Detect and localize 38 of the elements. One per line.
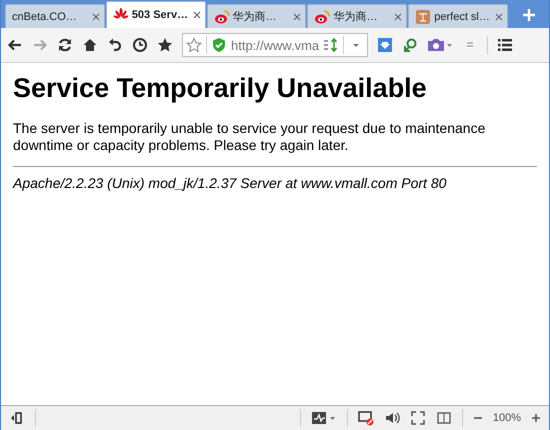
pulse-icon[interactable] [310, 410, 337, 426]
undo-icon[interactable] [107, 37, 123, 53]
close-icon[interactable] [293, 12, 302, 20]
back-icon[interactable] [7, 37, 23, 53]
browser-tab[interactable]: 华为商… [307, 4, 408, 28]
close-icon[interactable] [495, 12, 504, 20]
close-icon[interactable] [394, 12, 402, 20]
page-heading: Service Temporarily Unavailable [13, 73, 428, 104]
eye-logo-icon [314, 8, 330, 24]
zoom-level: 100% [492, 412, 521, 424]
browser-tab[interactable]: perfect sl… [408, 4, 508, 28]
browser-tab[interactable]: cnBeta.CO… [5, 4, 105, 28]
new-tab-icon[interactable] [521, 7, 538, 23]
close-icon[interactable] [192, 11, 201, 19]
close-icon[interactable] [92, 12, 100, 20]
star-icon[interactable] [157, 37, 173, 53]
menu-icon[interactable] [497, 37, 513, 53]
camera-icon[interactable] [427, 37, 453, 53]
address-bar[interactable]: http://www.vma [182, 33, 368, 57]
browser-tab[interactable]: 503 Serv… [106, 1, 206, 28]
page-icon[interactable] [436, 410, 452, 426]
sidebar-toggle-icon[interactable] [9, 410, 25, 426]
server-signature: Apache/2.2.23 (Unix) mod_jk/1.2.37 Server at www.vmall.com Port 80 [13, 175, 448, 191]
error-message: The server is temporarily unable to service your request due to maintenance downtime or capacity problems. Please try again later. [13, 120, 486, 154]
fullscreen-icon[interactable] [410, 410, 426, 426]
blocked-screen-icon[interactable] [358, 410, 374, 426]
grid-arrows-icon[interactable] [323, 37, 339, 53]
shield-icon [211, 37, 227, 53]
clock-icon[interactable] [132, 37, 148, 53]
eye-logo-icon [214, 8, 230, 24]
browser-tab[interactable]: 华为商… [206, 4, 306, 28]
home-icon[interactable] [82, 37, 98, 53]
magnifier-arrow-icon[interactable] [402, 37, 418, 53]
speaker-icon[interactable] [384, 410, 400, 426]
favicon-icon [415, 8, 432, 24]
star-outline-icon[interactable] [186, 37, 202, 53]
refresh-icon[interactable] [57, 37, 73, 53]
download-icon[interactable] [377, 37, 393, 53]
